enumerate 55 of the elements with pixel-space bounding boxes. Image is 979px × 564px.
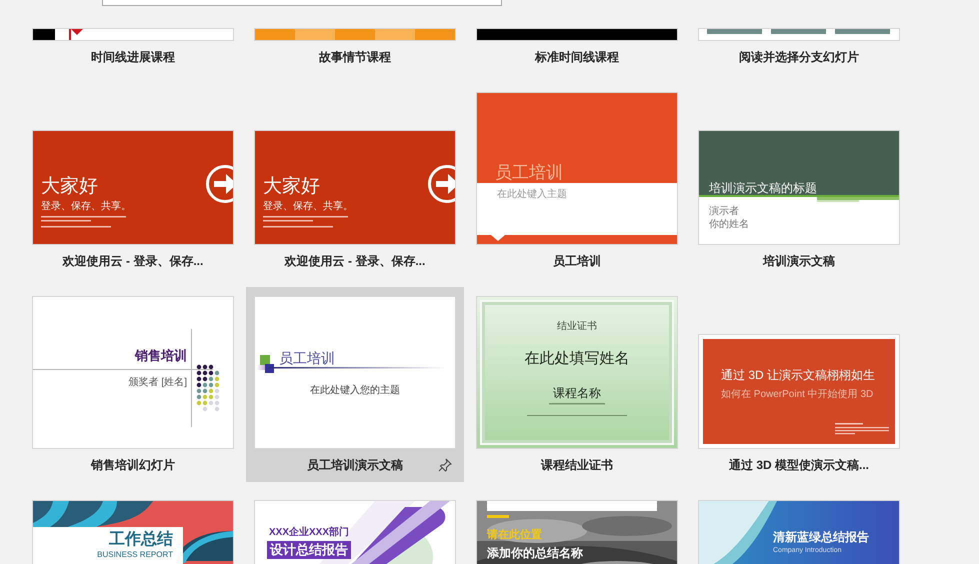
search-field[interactable] [102, 0, 502, 6]
slide-subtitle: XXX企业XXX部门 [269, 525, 350, 539]
slide-title: 清新蓝绿总结报告 [773, 529, 869, 546]
slide-text: 结业证书 [556, 320, 598, 333]
template-tile[interactable]: 员工培训 在此处键入主题 员工培训 [468, 83, 686, 278]
pin-icon[interactable] [438, 458, 452, 472]
accent-line [487, 515, 509, 518]
slide-subtitle: 登录、保存、共享。 [41, 200, 131, 213]
slide-title: 在此处填写姓名 [524, 349, 630, 368]
text-lines-drawing [835, 423, 889, 437]
template-tile[interactable]: 通过 3D 让演示文稿栩栩如生 如何在 PowerPoint 中开始使用 3D 通过 3D 模型使演示文稿... [690, 287, 908, 482]
template-tile[interactable]: 大家好 登录、保存、共享。 欢迎使用云 - 登录、保存... [24, 83, 242, 278]
slide-title: 培训演示文稿的标题 [709, 180, 817, 197]
template-name: 员工培训演示文稿 [307, 456, 403, 474]
template-tile[interactable]: 大家好 登录、保存、共享。 欢迎使用云 - 登录、保存... [246, 83, 464, 278]
slide-subtitle: 在此处键入主题 [497, 188, 567, 201]
template-name: 销售培训幻灯片 [91, 456, 175, 474]
slide-title: 工作总结 [109, 530, 173, 550]
slide-text: 演示者 [709, 204, 739, 218]
slide-subtitle: BUSINESS REPORT [97, 550, 173, 559]
template-tile[interactable]: 阅读并选择分支幻灯片 [690, 19, 908, 74]
slide-text: 课程名称 [552, 385, 602, 402]
slide-title: 大家好 [263, 175, 320, 199]
slide-subtitle: 颁奖者 [姓名] [128, 376, 187, 389]
slide-subtitle: 请在此位置 [487, 528, 542, 542]
template-tile[interactable]: 故事情节课程 [246, 19, 464, 74]
template-name: 时间线进展课程 [91, 48, 175, 66]
slide-title: 通过 3D 让演示文稿栩栩如生 [721, 367, 876, 384]
template-name: 阅读并选择分支幻灯片 [739, 48, 859, 66]
slide-title: 员工培训 [495, 162, 563, 184]
template-tile[interactable]: 时间线进展课程 [24, 19, 242, 74]
slide-subtitle: 如何在 PowerPoint 中开始使用 3D [721, 388, 874, 401]
template-name: 培训演示文稿 [763, 252, 835, 270]
slide-title: 设计总结报告 [267, 541, 351, 559]
template-tile[interactable]: 员工培训 在此处键入您的主题 员工培训演示文稿 [246, 287, 464, 482]
slide-title: 员工培训 [279, 350, 335, 368]
slide-subtitle: 在此处键入您的主题 [309, 384, 401, 397]
template-tile[interactable]: 结业证书 在此处填写姓名 课程名称 课程结业证书 [468, 287, 686, 482]
template-tile[interactable]: 培训演示文稿的标题 演示者 你的姓名 培训演示文稿 [690, 83, 908, 278]
slide-title: 大家好 [41, 175, 98, 199]
slide-subtitle: 登录、保存、共享。 [263, 200, 353, 213]
slide-title: 销售培训 [135, 347, 187, 365]
template-name: 欢迎使用云 - 登录、保存... [284, 252, 426, 270]
template-name: 通过 3D 模型使演示文稿... [728, 456, 869, 474]
slide-title: 添加你的总结名称 [487, 545, 583, 562]
template-tile[interactable]: 标准时间线课程 [468, 19, 686, 74]
slide-text: 你的姓名 [709, 218, 749, 231]
template-tile[interactable]: 工作总结 BUSINESS REPORT [24, 491, 242, 564]
template-name: 员工培训 [553, 252, 601, 270]
template-name: 欢迎使用云 - 登录、保存... [62, 252, 204, 270]
template-name: 故事情节课程 [319, 48, 391, 66]
template-tile[interactable]: 销售培训 颁奖者 [姓名] 销售培训幻灯片 [24, 287, 242, 482]
template-name: 标准时间线课程 [535, 48, 619, 66]
template-tile[interactable]: XXX企业XXX部门 设计总结报告 [246, 491, 464, 564]
template-name: 课程结业证书 [541, 456, 613, 474]
